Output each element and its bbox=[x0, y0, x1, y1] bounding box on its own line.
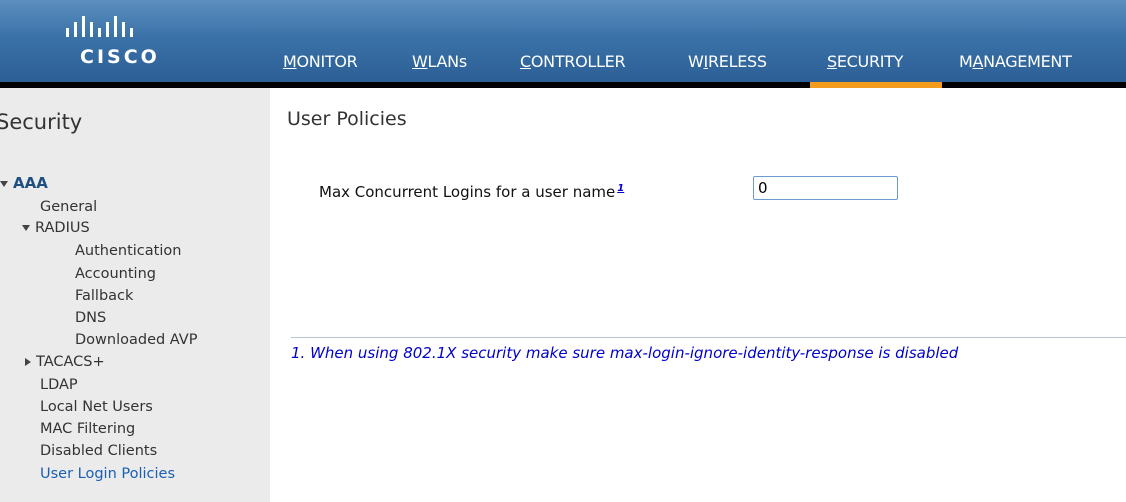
sidebar-item-general[interactable]: General bbox=[40, 199, 97, 215]
cisco-logo: CISCO bbox=[64, 16, 174, 68]
sidebar-item-disabled-clients[interactable]: Disabled Clients bbox=[40, 443, 157, 459]
page-title: User Policies bbox=[287, 108, 407, 130]
sidebar-item-radius[interactable]: RADIUS bbox=[22, 220, 90, 236]
sidebar-item-downloaded-avp[interactable]: Downloaded AVP bbox=[75, 332, 197, 348]
sidebar-item-accounting[interactable]: Accounting bbox=[75, 266, 156, 282]
sidebar-item-user-login-policies[interactable]: User Login Policies bbox=[40, 466, 175, 482]
sidebar-item-fallback[interactable]: Fallback bbox=[75, 288, 133, 304]
max-concurrent-logins-input[interactable] bbox=[753, 176, 898, 200]
header-bar: CISCO MONITOR WLANs CONTROLLER WIRELESS … bbox=[0, 0, 1126, 82]
nav-wireless[interactable]: WIRELESS bbox=[688, 52, 767, 71]
sidebar-item-dns[interactable]: DNS bbox=[75, 310, 106, 326]
nav-active-indicator bbox=[810, 82, 942, 88]
nav-controller[interactable]: CONTROLLER bbox=[520, 52, 626, 71]
nav-monitor[interactable]: MONITOR bbox=[283, 52, 358, 71]
cisco-logo-text: CISCO bbox=[80, 46, 160, 68]
expand-down-icon bbox=[22, 225, 30, 231]
sidebar-item-authentication[interactable]: Authentication bbox=[75, 243, 181, 259]
footnote-divider bbox=[291, 337, 1126, 338]
sidebar-item-local-net-users[interactable]: Local Net Users bbox=[40, 399, 153, 415]
sidebar-item-aaa[interactable]: AAA bbox=[0, 174, 48, 192]
sidebar-item-mac-filtering[interactable]: MAC Filtering bbox=[40, 421, 135, 437]
nav-wlans[interactable]: WLANs bbox=[412, 52, 467, 71]
sidebar: Security AAA General RADIUS Authenticati… bbox=[0, 88, 270, 502]
footnote-link[interactable]: 1 bbox=[617, 183, 624, 194]
sidebar-item-ldap[interactable]: LDAP bbox=[40, 377, 78, 393]
max-logins-label: Max Concurrent Logins for a user name 1 bbox=[319, 183, 625, 201]
nav-management[interactable]: MANAGEMENT bbox=[959, 52, 1072, 71]
sidebar-item-tacacs[interactable]: TACACS+ bbox=[25, 354, 105, 370]
nav-security[interactable]: SECURITY bbox=[827, 52, 903, 71]
footnote-text: 1. When using 802.1X security make sure … bbox=[291, 344, 959, 362]
expand-down-icon bbox=[0, 180, 8, 187]
expand-right-icon bbox=[25, 358, 31, 366]
cisco-bars-icon bbox=[66, 16, 133, 37]
sidebar-title: Security bbox=[0, 110, 83, 134]
